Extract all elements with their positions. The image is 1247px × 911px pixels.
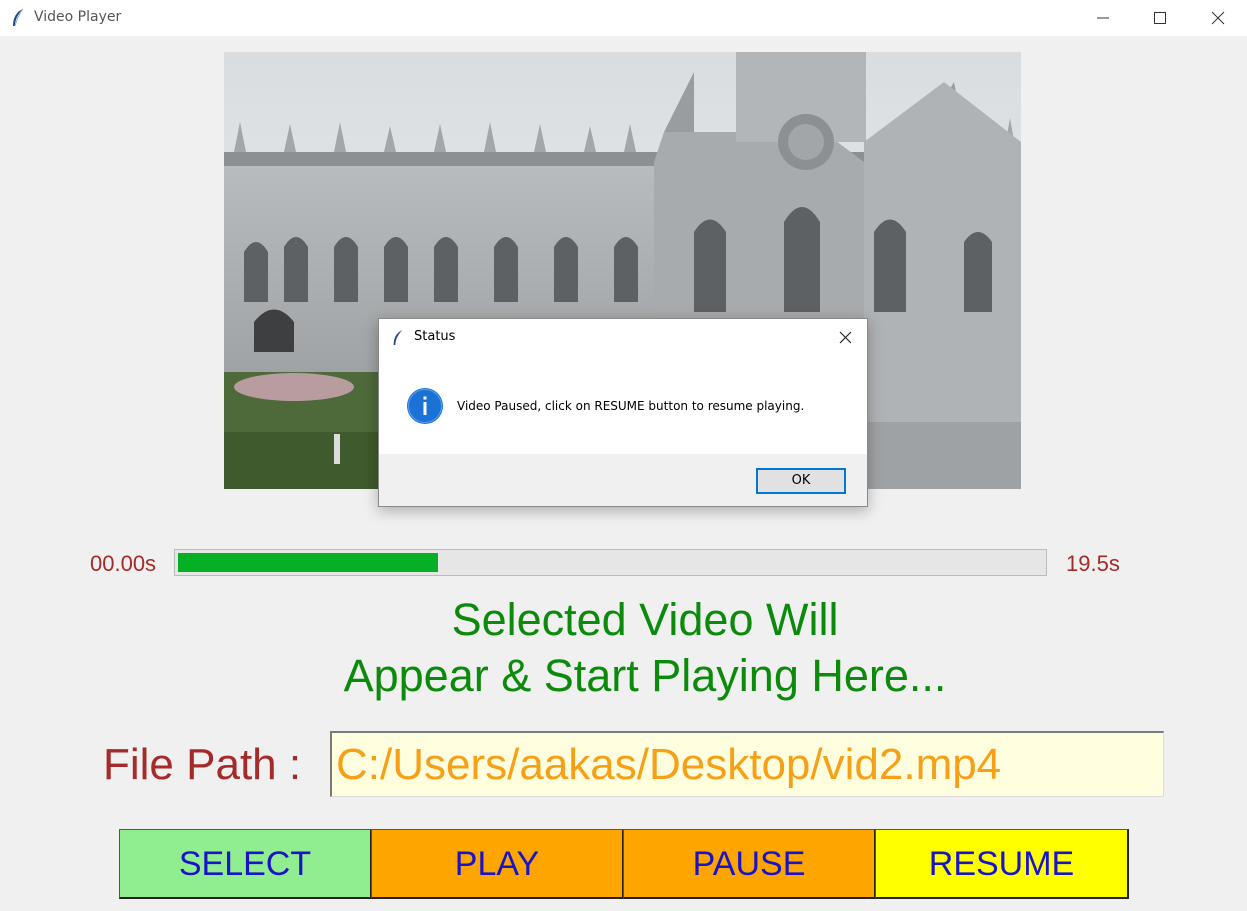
feather-icon xyxy=(393,330,403,345)
minimize-icon xyxy=(1097,17,1109,19)
title-bar: Video Player xyxy=(0,0,1247,36)
dialog-footer: OK xyxy=(379,454,867,506)
pause-button[interactable]: PAUSE xyxy=(623,829,876,899)
progress-bar[interactable] xyxy=(174,549,1047,576)
play-button[interactable]: PLAY xyxy=(371,829,624,899)
dialog-close-button[interactable] xyxy=(831,325,861,349)
file-path-label: File Path : xyxy=(103,740,302,789)
feather-icon xyxy=(13,8,24,27)
elapsed-time-label: 00.00s xyxy=(90,551,157,576)
dialog-message: Video Paused, click on RESUME button to … xyxy=(457,399,805,413)
minimize-button[interactable] xyxy=(1074,0,1132,36)
dialog-title: Status xyxy=(414,329,456,344)
file-path-input[interactable] xyxy=(330,731,1164,797)
resume-button[interactable]: RESUME xyxy=(875,829,1129,899)
close-icon xyxy=(839,331,852,344)
status-message: Selected Video Will Appear & Start Playi… xyxy=(300,592,990,704)
status-dialog: Status Video Paused, click on RESUME but… xyxy=(378,318,868,507)
ok-button[interactable]: OK xyxy=(756,468,846,494)
close-button[interactable] xyxy=(1189,0,1247,36)
maximize-button[interactable] xyxy=(1131,0,1189,36)
info-icon xyxy=(407,388,443,424)
progress-bar-fill xyxy=(178,553,438,572)
select-button[interactable]: SELECT xyxy=(119,829,372,899)
total-time-label: 19.5s xyxy=(1066,551,1120,576)
close-icon xyxy=(1211,11,1225,25)
maximize-icon xyxy=(1154,12,1166,24)
window-title: Video Player xyxy=(34,9,122,25)
status-message-line-1: Selected Video Will xyxy=(451,594,839,645)
status-message-line-2: Appear & Start Playing Here... xyxy=(343,650,947,701)
